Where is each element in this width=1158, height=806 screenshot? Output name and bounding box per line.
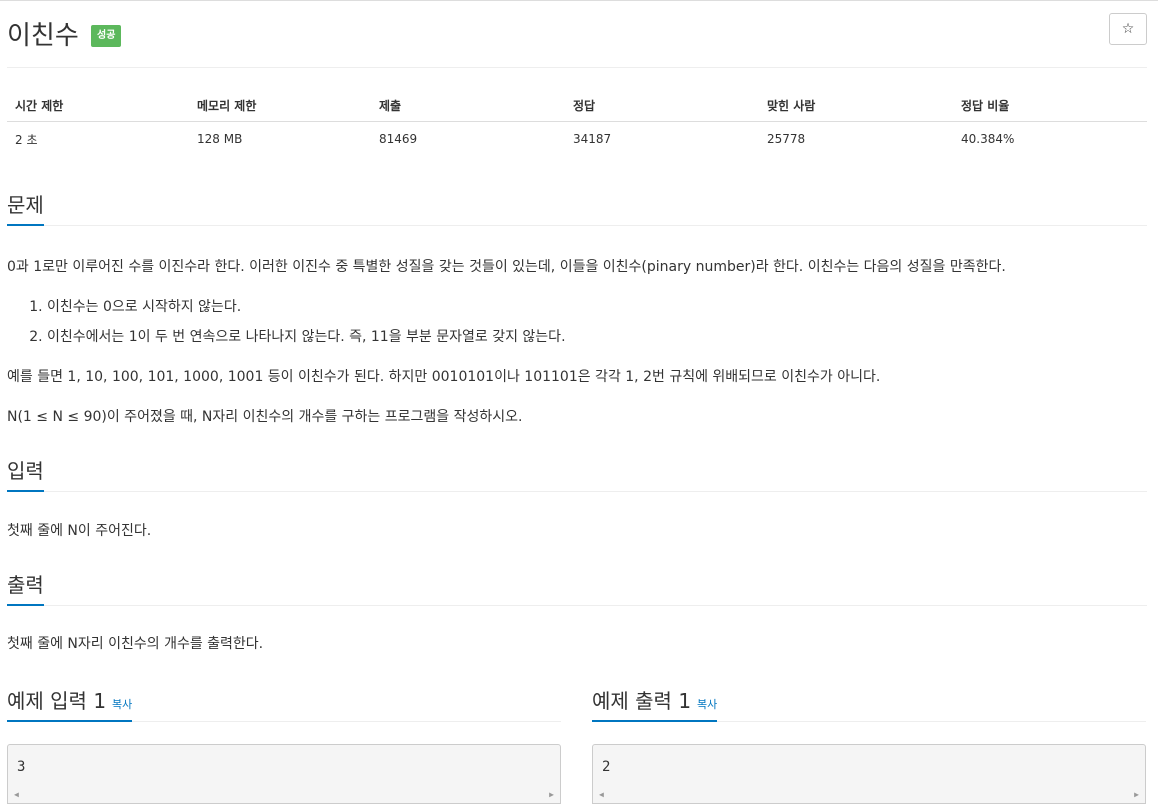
star-button[interactable]: ☆ xyxy=(1109,13,1147,45)
scroll-left-icon[interactable]: ◀ xyxy=(599,790,604,799)
output-heading: 출력 xyxy=(7,569,44,606)
value-memory-limit: 128 MB xyxy=(197,132,243,146)
scroll-left-icon[interactable]: ◀ xyxy=(14,790,19,799)
value-accept-rate: 40.384% xyxy=(961,132,1015,146)
sample-output-title: 예제 출력 1 xyxy=(592,689,692,713)
scroll-right-icon[interactable]: ▶ xyxy=(549,790,554,799)
problem-section-header: 문제 xyxy=(7,189,1147,226)
table-row: 2 초 128 MB 81469 34187 25778 40.384% xyxy=(7,122,1147,157)
output-section-header: 출력 xyxy=(7,569,1147,606)
sample-input-box[interactable]: 3 ◀ ▶ xyxy=(7,744,561,804)
sample-input-value: 3 xyxy=(17,759,26,775)
output-description: 첫째 줄에 N자리 이친수의 개수를 출력한다. xyxy=(7,636,264,652)
input-section-header: 입력 xyxy=(7,455,1147,492)
sample-input-heading: 예제 입력 1 복사 xyxy=(7,685,133,722)
value-solved-users: 25778 xyxy=(767,132,806,146)
header-accepted: 정답 xyxy=(565,89,759,122)
problem-info-table: 시간 제한 메모리 제한 제출 정답 맞힌 사람 정답 비율 2 초 128 M… xyxy=(7,89,1147,156)
problem-task: N(1 ≤ N ≤ 90)이 주어졌을 때, N자리 이친수의 개수를 구하는 … xyxy=(7,409,523,425)
sample-input-header: 예제 입력 1 복사 xyxy=(7,685,561,722)
input-description: 첫째 줄에 N이 주어진다. xyxy=(7,523,152,539)
problem-heading: 문제 xyxy=(7,189,44,226)
header-submissions: 제출 xyxy=(371,89,565,122)
page-title: 이친수 xyxy=(7,21,79,51)
header-memory-limit: 메모리 제한 xyxy=(189,89,371,122)
input-heading: 입력 xyxy=(7,455,44,492)
sample-output-header: 예제 출력 1 복사 xyxy=(592,685,1146,722)
condition-list: 이친수는 0으로 시작하지 않는다. 이친수에서는 1이 두 번 연속으로 나타… xyxy=(7,292,566,352)
status-badge: 성공 xyxy=(91,25,122,47)
list-item: 이친수에서는 1이 두 번 연속으로 나타나지 않는다. 즉, 11을 부분 문… xyxy=(47,322,566,352)
value-accepted: 34187 xyxy=(573,132,612,146)
divider xyxy=(7,67,1147,68)
star-icon: ☆ xyxy=(1121,21,1135,37)
copy-input-button[interactable]: 복사 xyxy=(112,698,132,711)
value-submissions: 81469 xyxy=(379,132,418,146)
value-time-limit: 2 초 xyxy=(15,132,38,147)
header-solved-users: 맞힌 사람 xyxy=(759,89,953,122)
list-item: 이친수는 0으로 시작하지 않는다. xyxy=(47,292,566,322)
table-header-row: 시간 제한 메모리 제한 제출 정답 맞힌 사람 정답 비율 xyxy=(7,89,1147,122)
problem-example: 예를 들면 1, 10, 100, 101, 1000, 1001 등이 이친수… xyxy=(7,369,881,385)
sample-output-value: 2 xyxy=(602,759,611,775)
problem-intro: 0과 1로만 이루어진 수를 이진수라 한다. 이러한 이진수 중 특별한 성질… xyxy=(7,259,1006,275)
sample-output-box[interactable]: 2 ◀ ▶ xyxy=(592,744,1146,804)
sample-output-heading: 예제 출력 1 복사 xyxy=(592,685,718,722)
title-row: 이친수 성공 ☆ xyxy=(7,13,1147,53)
scroll-right-icon[interactable]: ▶ xyxy=(1134,790,1139,799)
copy-output-button[interactable]: 복사 xyxy=(697,698,717,711)
header-time-limit: 시간 제한 xyxy=(7,89,189,122)
sample-input-title: 예제 입력 1 xyxy=(7,689,107,713)
header-accept-rate: 정답 비율 xyxy=(953,89,1147,122)
